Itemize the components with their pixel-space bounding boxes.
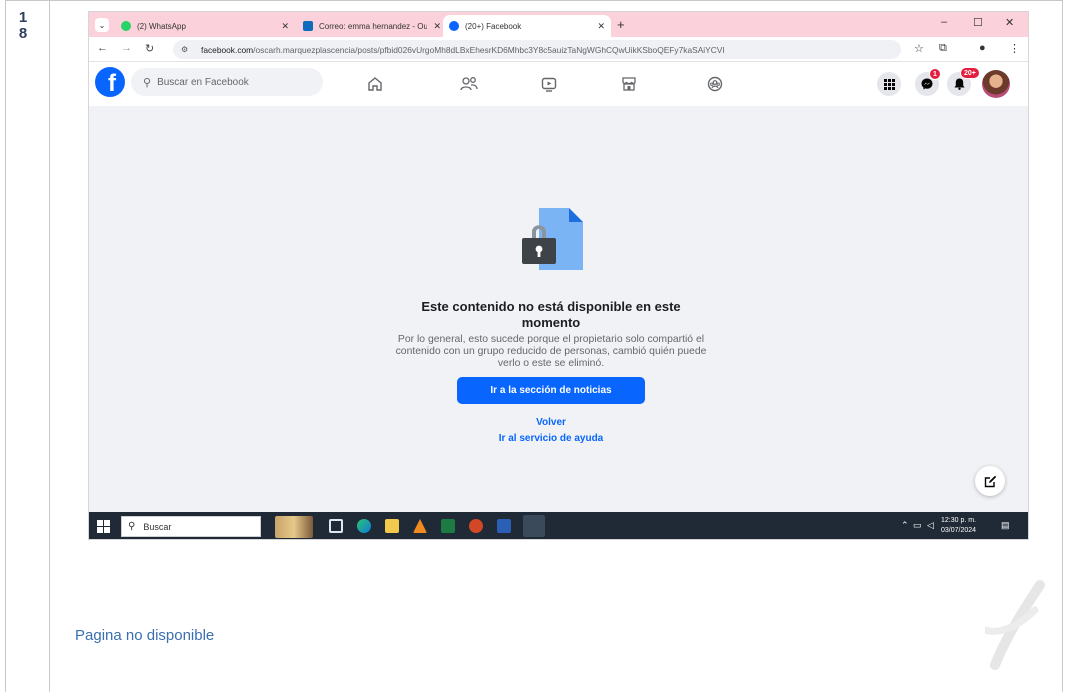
go-to-feed-button[interactable]: Ir a la sección de noticias — [457, 377, 645, 404]
new-message-button[interactable] — [975, 466, 1005, 496]
tab-whatsapp[interactable]: (2) WhatsApp ✕ — [115, 15, 295, 37]
widgets-icon[interactable] — [275, 516, 313, 538]
browser-screenshot: ⌄ (2) WhatsApp ✕ Correo: emma hernandez … — [88, 11, 1029, 540]
tab-title: (2) WhatsApp — [137, 21, 186, 31]
forward-arrow-icon[interactable]: → — [121, 42, 132, 54]
taskbar-clock[interactable]: 12:30 p. m. 03/07/2024 — [941, 516, 976, 536]
tab-outlook[interactable]: Correo: emma hernandez - Outl ✕ — [297, 15, 447, 37]
windows-start-icon[interactable] — [97, 520, 110, 533]
network-icon[interactable]: ▭ — [913, 520, 922, 531]
notifications-center-icon[interactable]: ▤ — [1001, 520, 1010, 531]
taskbar-search-input[interactable]: ⚲ Buscar — [121, 516, 261, 537]
close-icon[interactable]: ✕ — [433, 21, 441, 32]
help-center-link[interactable]: Ir al servicio de ayuda — [401, 433, 701, 444]
table-border-left — [5, 0, 6, 692]
friends-icon[interactable] — [459, 74, 479, 94]
powerpoint-icon[interactable] — [469, 519, 483, 533]
tab-strip: ⌄ (2) WhatsApp ✕ Correo: emma hernandez … — [89, 12, 1028, 37]
facebook-search-input[interactable]: ⚲ Buscar en Facebook — [131, 68, 323, 96]
facebook-logo[interactable]: f — [95, 67, 125, 97]
task-view-icon[interactable] — [329, 519, 343, 533]
show-hidden-icons[interactable]: ⌃ — [901, 520, 909, 531]
user-avatar[interactable] — [982, 70, 1010, 98]
tab-facebook[interactable]: (20+) Facebook ✕ — [443, 15, 611, 37]
facebook-header: f ⚲ Buscar en Facebook 1 20+ — [89, 62, 1028, 106]
excel-icon[interactable] — [441, 519, 455, 533]
minimize-icon[interactable]: – — [941, 16, 947, 28]
unavailable-title: Este contenido no está disponible en est… — [421, 299, 681, 330]
facebook-icon — [449, 21, 459, 31]
chevron-down-icon: ⌄ — [98, 20, 106, 30]
site-settings-icon[interactable]: ⚙ — [181, 45, 193, 54]
tab-search-button[interactable]: ⌄ — [95, 18, 109, 32]
grid-icon — [883, 78, 895, 90]
notifications-badge: 20+ — [960, 67, 980, 79]
messenger-icon — [921, 78, 933, 90]
tab-title: Correo: emma hernandez - Outl — [319, 21, 428, 31]
home-icon[interactable] — [365, 74, 385, 94]
menu-dots-icon[interactable]: ⋮ — [1009, 42, 1020, 55]
url-host: facebook.com — [201, 44, 254, 55]
compose-icon — [984, 475, 996, 487]
profile-icon[interactable]: ● — [979, 42, 986, 54]
locked-content-icon — [522, 208, 583, 270]
vlc-icon[interactable] — [413, 519, 427, 533]
new-tab-button[interactable]: + — [617, 17, 625, 32]
close-icon[interactable]: ✕ — [597, 21, 605, 32]
video-icon[interactable] — [539, 74, 559, 94]
outlook-icon — [303, 21, 313, 31]
row-number-second-digit: 8 — [18, 25, 28, 42]
page-scrollbar[interactable] — [1022, 106, 1028, 512]
table-border-col — [49, 0, 50, 692]
word-icon[interactable] — [497, 519, 511, 533]
url-path: /oscarh.marquezplascencia/posts/pfbid026… — [253, 44, 725, 55]
volume-icon[interactable]: ◁ — [927, 520, 934, 531]
clock-date: 03/07/2024 — [941, 527, 977, 534]
tab-title: (20+) Facebook — [465, 21, 522, 31]
url-input[interactable]: ⚙ facebook.com/oscarh.marquezplascencia/… — [173, 40, 901, 59]
row-number-first-digit: 1 — [18, 9, 28, 26]
maximize-icon[interactable]: ☐ — [973, 16, 983, 29]
back-arrow-icon[interactable]: ← — [97, 42, 108, 54]
search-icon: ⚲ — [128, 521, 136, 532]
messenger-badge: 1 — [929, 68, 941, 80]
extensions-icon[interactable]: ⧉ — [939, 42, 947, 55]
watermark-logo — [985, 580, 1045, 670]
marketplace-icon[interactable] — [619, 74, 639, 94]
address-bar-row: ← → ↻ ⚙ facebook.com/oscarh.marquezplasc… — [89, 37, 1028, 62]
clock-time: 12:30 p. m. — [941, 517, 977, 524]
search-icon: ⚲ — [143, 76, 152, 89]
whatsapp-icon — [121, 21, 131, 31]
unavailable-body: Por lo general, esto sucede porque el pr… — [395, 334, 707, 369]
search-placeholder: Buscar en Facebook — [157, 76, 249, 88]
table-border-right — [1062, 0, 1063, 692]
main-content: Este contenido no está disponible en est… — [89, 106, 1028, 512]
file-explorer-icon[interactable] — [385, 519, 399, 533]
row-number: 1 8 — [8, 10, 38, 42]
back-link[interactable]: Volver — [401, 417, 701, 428]
windows-taskbar: ⚲ Buscar ⌃ ▭ ◁ 12:30 p. m. 03/07/2024 ▤ — [89, 512, 1028, 539]
menu-grid-button[interactable] — [877, 72, 901, 96]
edge-icon[interactable] — [357, 519, 371, 533]
taskbar-search-label: Buscar — [143, 521, 172, 532]
table-border-top — [5, 0, 1063, 1]
chrome-icon[interactable] — [523, 515, 545, 537]
figure-caption: Pagina no disponible — [75, 627, 215, 644]
bell-icon — [954, 78, 964, 90]
close-icon[interactable]: ✕ — [281, 21, 289, 32]
groups-icon[interactable] — [705, 74, 725, 94]
document-page: 1 8 ⌄ (2) WhatsApp ✕ Correo: emma hernan… — [0, 0, 1067, 692]
window-close-icon[interactable]: ✕ — [1005, 16, 1014, 29]
bookmark-star-icon[interactable]: ☆ — [914, 42, 924, 55]
reload-icon[interactable]: ↻ — [145, 42, 154, 55]
